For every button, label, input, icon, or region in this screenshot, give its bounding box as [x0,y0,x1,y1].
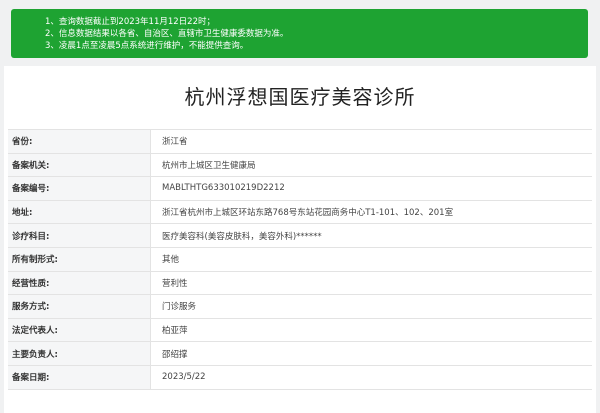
table-row-ownership: 所有制形式: 其他 [8,247,592,272]
field-label: 备案编号: [8,177,151,200]
notice-banner: 1、查询数据截止到2023年11月12日22时； 2、信息数据结果以各省、自治区… [11,9,588,58]
notice-line-1: 1、查询数据截止到2023年11月12日22时； [45,17,215,27]
field-value: 医疗美容科(美容皮肤科，美容外科)****** [162,231,322,242]
field-value: 门诊服务 [162,302,197,313]
field-value: 杭州市上城区卫生健康局 [162,160,256,171]
info-table: 省份: 浙江省 备案机关: 杭州市上城区卫生健康局 备案编号: MABLTHTG… [8,129,592,390]
field-label: 备案日期: [8,365,151,389]
clinic-info-card: 杭州浮想国医疗美容诊所 省份: 浙江省 备案机关: 杭州市上城区卫生健康局 备案… [4,66,596,413]
field-value: 营利性 [162,278,188,289]
table-row-province: 省份: 浙江省 [8,130,592,154]
field-value: 柏亚萍 [162,326,188,337]
page-title: 杭州浮想国医疗美容诊所 [184,85,416,109]
notice-line-3: 3、凌晨1点至凌晨5点系统进行维护，不能提供查询。 [45,41,249,51]
field-value: 浙江省 [162,137,188,148]
field-label: 省份: [8,130,151,153]
field-label: 经营性质: [8,271,151,295]
field-label: 服务方式: [8,295,151,318]
table-row-principal: 主要负责人: 邵绍撑 [8,342,592,366]
field-value: 其他 [162,255,180,266]
table-row-address: 地址: 浙江省杭州市上城区环站东路768号东站花园商务中心T1-101、102、… [8,200,592,225]
table-row-departments: 诊疗科目: 医疗美容科(美容皮肤科，美容外科)****** [8,224,592,248]
notice-line-2: 2、信息数据结果以各省、自治区、直辖市卫生健康委数据为准。 [45,29,289,39]
table-row-filing-number: 备案编号: MABLTHTG633010219D2212 [8,177,592,201]
table-row-legal-representative: 法定代表人: 柏亚萍 [8,318,592,343]
field-label: 地址: [8,200,151,224]
field-value: MABLTHTG633010219D2212 [162,183,285,194]
field-label: 所有制形式: [8,247,151,271]
field-value: 邵绍撑 [162,349,188,360]
field-label: 诊疗科目: [8,224,151,247]
table-row-business-nature: 经营性质: 营利性 [8,271,592,296]
field-label: 法定代表人: [8,318,151,342]
table-row-filing-authority: 备案机关: 杭州市上城区卫生健康局 [8,153,592,178]
field-label: 主要负责人: [8,342,151,365]
field-value: 2023/5/22 [162,372,206,383]
table-row-filing-date: 备案日期: 2023/5/22 [8,365,592,390]
table-row-service-mode: 服务方式: 门诊服务 [8,295,592,319]
field-label: 备案机关: [8,153,151,177]
field-value: 浙江省杭州市上城区环站东路768号东站花园商务中心T1-101、102、201室 [162,208,454,219]
page: 1、查询数据截止到2023年11月12日22时； 2、信息数据结果以各省、自治区… [0,0,600,413]
